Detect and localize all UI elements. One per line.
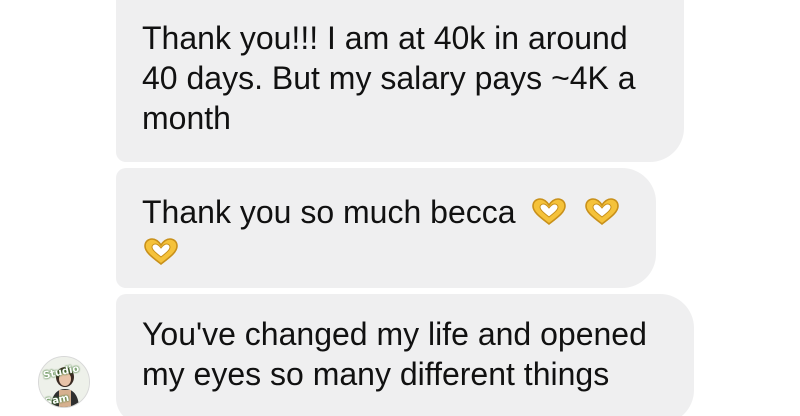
message-bubble[interactable]: Thank you so much becca <box>116 168 656 288</box>
heart-hands-emoji-icon <box>585 198 620 226</box>
message-text-line: You've changed my life and opened <box>142 316 647 352</box>
message-emoji-line <box>142 232 630 272</box>
message-text-line: my eyes so many different things <box>142 356 610 392</box>
message-bubble[interactable]: Thank you!!! I am at 40k in around 40 da… <box>116 0 684 162</box>
message-text-line: month <box>142 100 231 136</box>
message-text: Thank you so much becca <box>142 194 516 230</box>
message-thread: Thank you!!! I am at 40k in around 40 da… <box>0 0 800 416</box>
heart-hands-emoji-icon <box>532 198 567 226</box>
message-text-line: Thank you so much becca <box>142 192 630 232</box>
message-text-line: Thank you!!! I am at 40k in around <box>142 20 628 56</box>
message-bubble[interactable]: You've changed my life and opened my eye… <box>116 294 694 416</box>
message-text-line: 40 days. But my salary pays ~4K a <box>142 60 636 96</box>
heart-hands-emoji-icon <box>144 238 178 266</box>
avatar[interactable]: Studio Sam <box>38 356 90 408</box>
